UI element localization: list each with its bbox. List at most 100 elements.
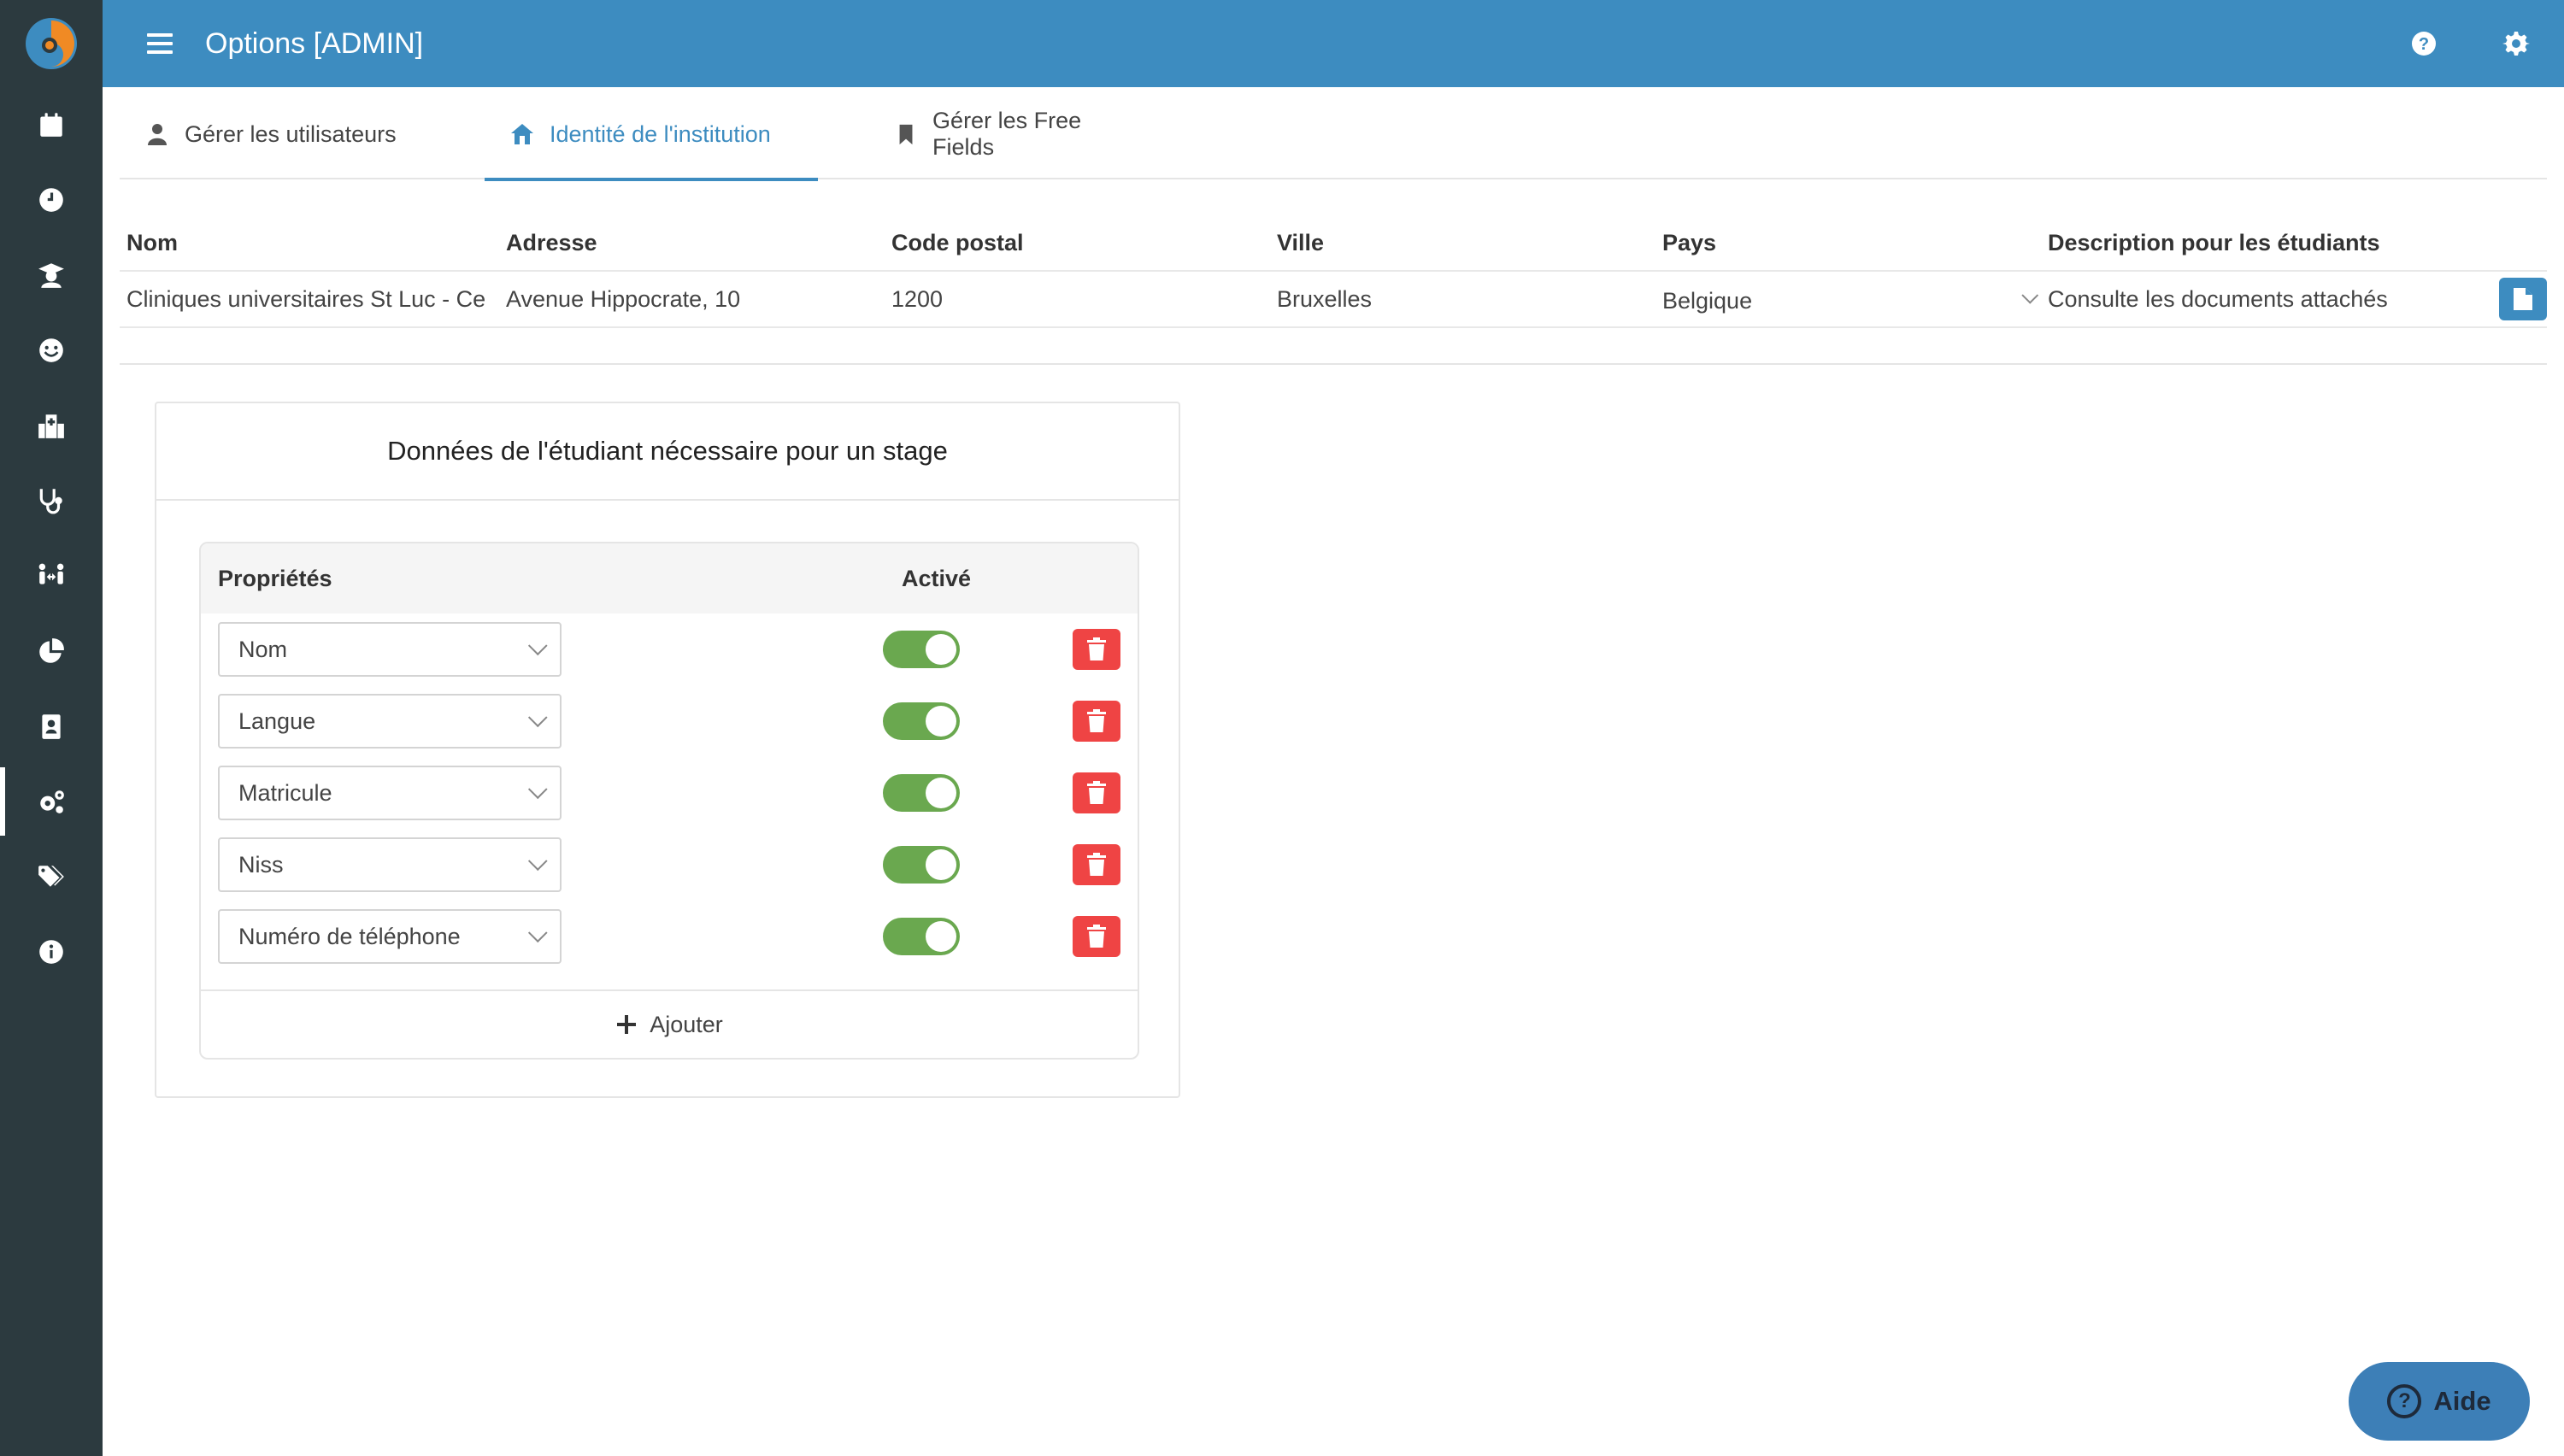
institution-name-field[interactable]: Cliniques universitaires St Luc - Ce	[120, 286, 506, 313]
attach-document-button[interactable]	[2499, 278, 2547, 320]
tabs-bar: Gérer les utilisateurs Identité de l'ins…	[120, 89, 2547, 181]
menu-toggle-button[interactable]	[147, 33, 173, 54]
property-value: Matricule	[238, 779, 332, 806]
property-select[interactable]: Matricule	[218, 766, 562, 820]
sidebar-item-chart[interactable]	[0, 614, 103, 689]
trash-icon	[1087, 925, 1106, 948]
list-item: Langue	[201, 685, 1138, 757]
institution-address-field[interactable]: Avenue Hippocrate, 10	[506, 286, 891, 313]
home-icon	[511, 124, 533, 144]
tab-free-fields[interactable]: Gérer les Free Fields	[818, 89, 1160, 179]
stethoscope-icon	[39, 489, 62, 514]
col-active: Activé	[902, 565, 972, 591]
calendar-icon	[40, 113, 62, 137]
sidebar	[0, 0, 103, 1456]
help-circle-icon[interactable]: ?	[2410, 30, 2438, 57]
student-data-card: Données de l'étudiant nécessaire pour un…	[155, 402, 1180, 1098]
sidebar-item-hospital[interactable]	[0, 388, 103, 463]
country-value: Belgique	[1662, 287, 1753, 314]
delete-button[interactable]	[1073, 916, 1120, 957]
app-logo[interactable]	[0, 0, 103, 87]
list-item: Numéro de téléphone	[201, 901, 1138, 972]
list-item: Niss	[201, 829, 1138, 901]
institution-postal-field[interactable]: 1200	[891, 286, 1277, 313]
property-value: Niss	[238, 851, 284, 878]
delete-button[interactable]	[1073, 701, 1120, 742]
sidebar-item-calendar[interactable]	[0, 87, 103, 162]
add-label: Ajouter	[650, 1011, 723, 1037]
property-value: Langue	[238, 707, 316, 734]
page-title: Options [ADMIN]	[205, 26, 424, 60]
tab-label: Identité de l'institution	[550, 120, 771, 147]
gear-icon[interactable]	[2502, 30, 2530, 57]
tags-icon	[38, 866, 64, 887]
col-description: Description pour les étudiants	[2048, 230, 2547, 256]
logo-icon	[26, 18, 77, 69]
trash-icon	[1087, 781, 1106, 804]
smile-icon	[39, 338, 63, 362]
chevron-down-icon	[527, 707, 548, 728]
sidebar-item-tags[interactable]	[0, 839, 103, 914]
col-code-postal: Code postal	[891, 229, 1024, 255]
col-nom: Nom	[126, 229, 178, 255]
property-select[interactable]: Niss	[218, 837, 562, 892]
pie-chart-icon	[39, 638, 64, 663]
institution-description-field[interactable]: Consulte les documents attachés	[2048, 278, 2547, 320]
delete-button[interactable]	[1073, 629, 1120, 670]
institution-city-field[interactable]: Bruxelles	[1277, 286, 1662, 313]
properties-table: Propriétés Activé Nom Langue Matricule N…	[199, 542, 1139, 1060]
help-label: Aide	[2433, 1386, 2491, 1416]
tab-institution-identity[interactable]: Identité de l'institution	[485, 89, 818, 181]
properties-header: Propriétés Activé	[201, 543, 1138, 614]
col-adresse: Adresse	[506, 229, 597, 255]
col-pays-label: Pays	[1662, 229, 1717, 255]
svg-text:?: ?	[2419, 35, 2429, 54]
active-toggle[interactable]	[883, 702, 960, 740]
institution-country-select[interactable]: Belgique	[1662, 285, 2048, 314]
sidebar-item-badge[interactable]	[0, 689, 103, 764]
description-value: Consulte les documents attachés	[2048, 285, 2388, 312]
property-value: Numéro de téléphone	[238, 923, 461, 949]
section-divider	[120, 363, 2547, 365]
graduate-icon	[38, 263, 64, 288]
property-select[interactable]: Numéro de téléphone	[218, 909, 562, 964]
list-item: Matricule	[201, 757, 1138, 829]
delete-button[interactable]	[1073, 772, 1120, 813]
chevron-down-icon	[527, 923, 548, 943]
delete-button[interactable]	[1073, 844, 1120, 885]
active-toggle[interactable]	[883, 774, 960, 812]
hospital-icon	[38, 414, 64, 438]
sidebar-item-smile[interactable]	[0, 313, 103, 388]
sidebar-item-clock[interactable]	[0, 162, 103, 238]
trash-icon	[1087, 853, 1106, 876]
help-button[interactable]: ? Aide	[2349, 1362, 2530, 1441]
property-select[interactable]: Nom	[218, 622, 562, 677]
active-toggle[interactable]	[883, 631, 960, 668]
top-header: Options [ADMIN] ?	[103, 0, 2564, 87]
col-pays: Pays	[1662, 230, 2048, 256]
active-toggle[interactable]	[883, 846, 960, 884]
chevron-down-icon	[2021, 286, 2039, 304]
info-icon	[39, 940, 63, 964]
user-icon	[148, 124, 167, 145]
chevron-down-icon	[527, 636, 548, 656]
sidebar-item-info[interactable]	[0, 914, 103, 989]
sidebar-item-settings[interactable]	[0, 764, 103, 839]
id-badge-icon	[42, 714, 61, 739]
col-description-label: Description pour les étudiants	[2048, 229, 2380, 255]
sidebar-item-stethoscope[interactable]	[0, 463, 103, 538]
cogs-icon	[40, 790, 64, 813]
plus-icon	[617, 1015, 637, 1034]
bookmark-icon	[899, 124, 913, 145]
clock-icon	[39, 188, 63, 212]
active-toggle[interactable]	[883, 918, 960, 955]
tab-label: Gérer les Free Fields	[932, 108, 1082, 160]
sidebar-item-graduate[interactable]	[0, 238, 103, 313]
trash-icon	[1087, 637, 1106, 660]
table-row: Cliniques universitaires St Luc - Ce Ave…	[120, 272, 2547, 328]
property-select[interactable]: Langue	[218, 694, 562, 749]
col-ville: Ville	[1277, 229, 1325, 255]
tab-manage-users[interactable]: Gérer les utilisateurs	[120, 89, 485, 179]
sidebar-item-people[interactable]	[0, 538, 103, 614]
add-property-button[interactable]: Ajouter	[201, 989, 1138, 1058]
